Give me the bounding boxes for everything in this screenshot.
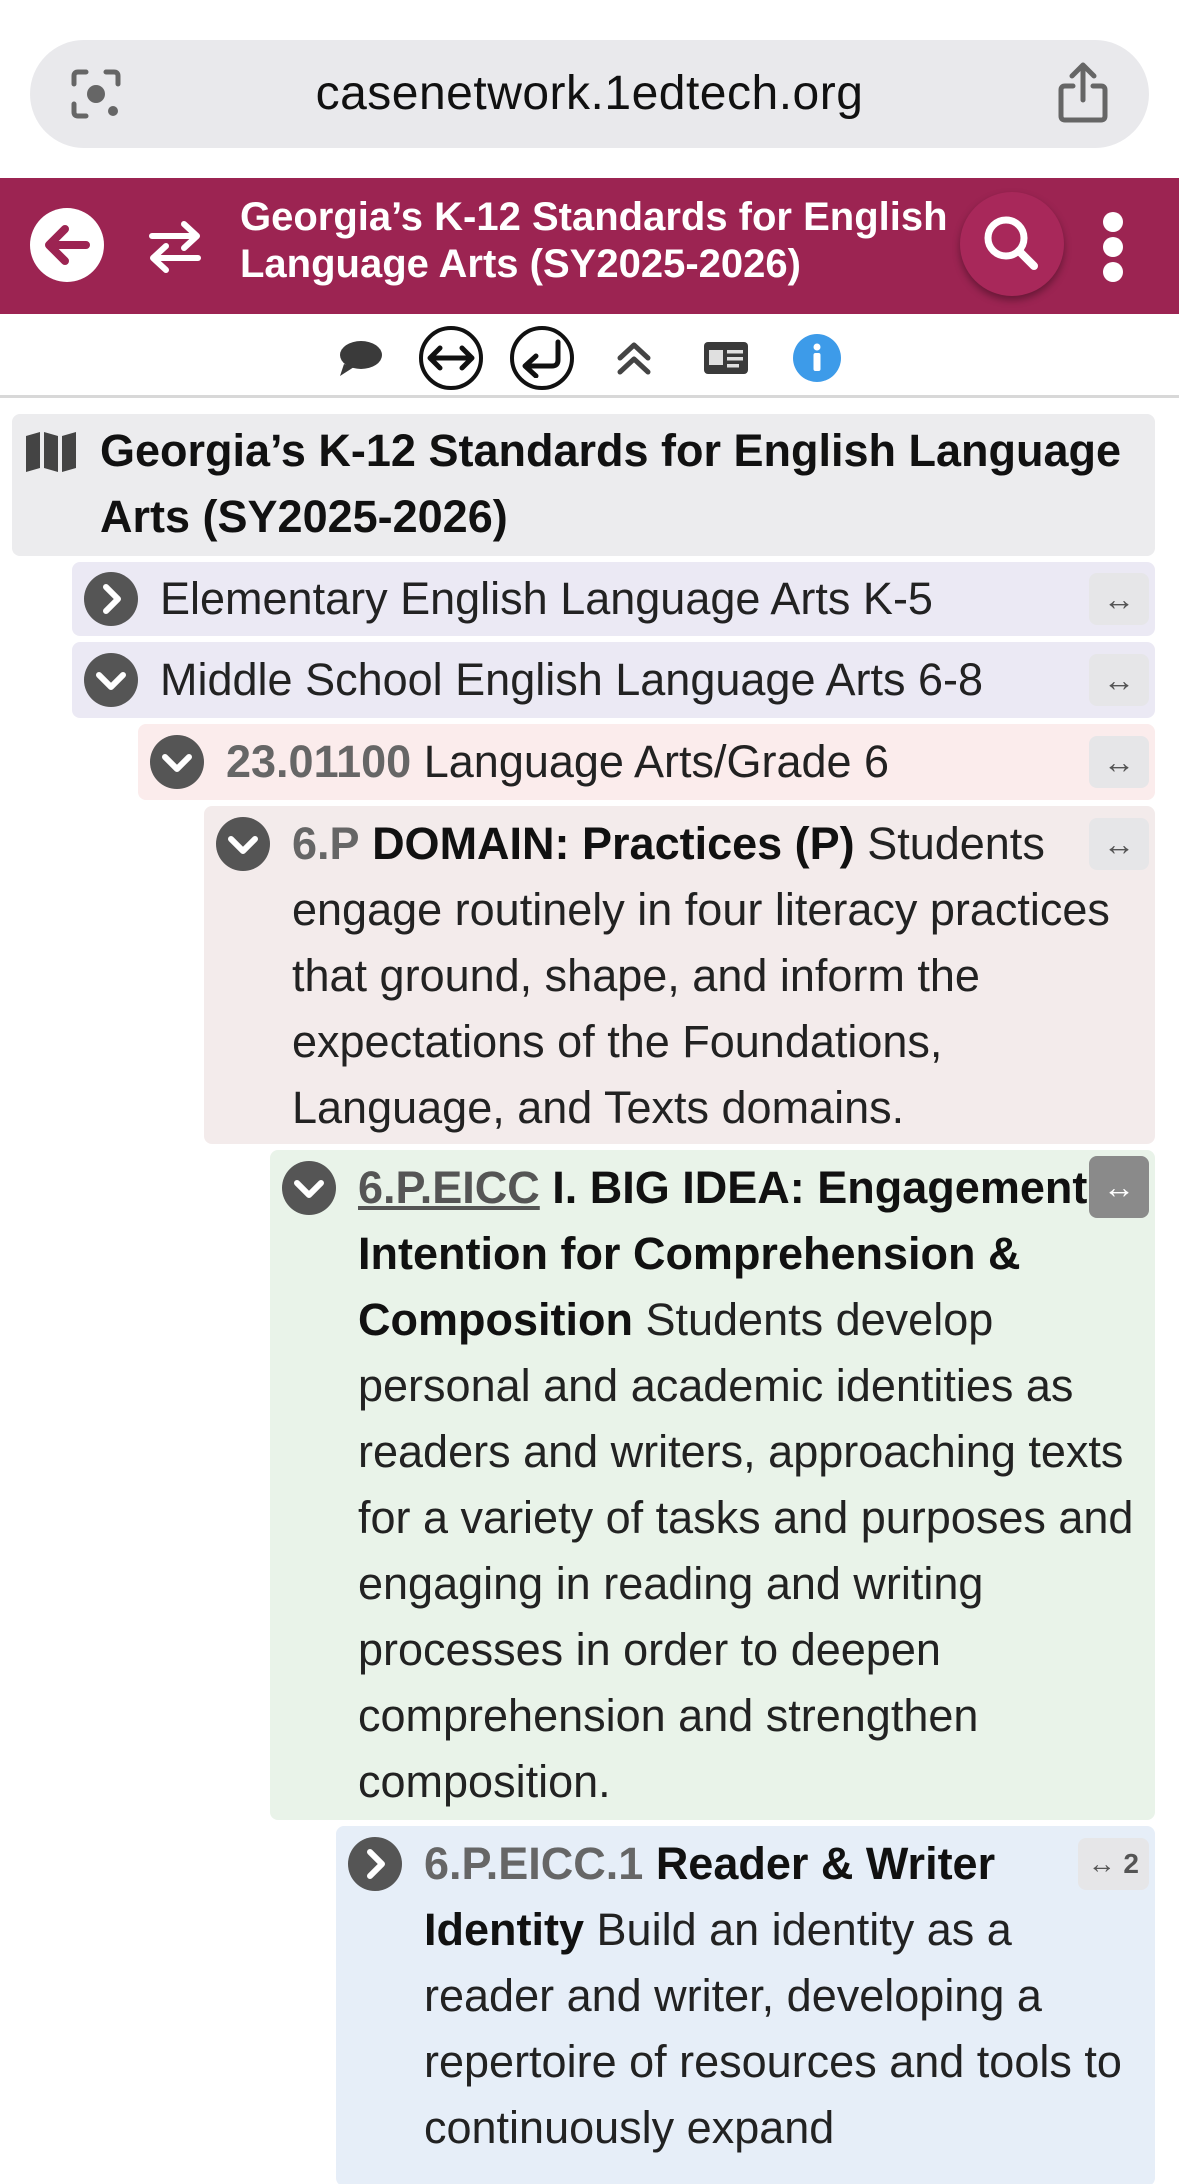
tree-root[interactable]: Georgia’s K-12 Standards for English Lan…	[12, 414, 1155, 556]
kebab-menu-icon[interactable]	[1098, 212, 1128, 282]
return-icon[interactable]	[510, 326, 574, 390]
association-button[interactable]: ↔	[1089, 736, 1149, 788]
search-button[interactable]	[960, 192, 1064, 296]
arrow-left-icon	[45, 225, 90, 265]
tree-toolbar	[0, 314, 1179, 398]
browser-toolbar: casenetwork.1edtech.org	[0, 0, 1179, 178]
swap-arrows-icon[interactable]	[148, 218, 202, 274]
back-button[interactable]	[30, 208, 104, 282]
association-button[interactable]: ↔	[1089, 818, 1149, 870]
item-code: 23.01100	[226, 736, 412, 787]
root-title: Georgia’s K-12 Standards for English Lan…	[100, 425, 1122, 542]
item-label: Elementary English Language Arts K-5	[160, 573, 933, 624]
chevron-down-icon[interactable]	[216, 817, 270, 871]
expand-horizontal-icon[interactable]	[419, 326, 483, 390]
info-icon[interactable]	[785, 326, 849, 390]
share-icon[interactable]	[1055, 62, 1111, 124]
item-label: Language Arts/Grade 6	[423, 736, 890, 787]
chevron-down-icon[interactable]	[84, 653, 138, 707]
collapse-all-icon[interactable]	[602, 326, 666, 390]
item-description: Students develop personal and academic i…	[358, 1294, 1134, 1807]
item-code: 6.P	[292, 818, 360, 869]
tree-item-grade-6[interactable]: 23.01100 Language Arts/Grade 6 ↔	[138, 724, 1155, 800]
address-bar[interactable]: casenetwork.1edtech.org	[30, 40, 1149, 148]
association-button[interactable]: ↔	[1089, 654, 1149, 706]
chevron-down-icon[interactable]	[150, 735, 204, 789]
page-title: Georgia’s K-12 Standards for English Lan…	[240, 195, 948, 286]
association-button[interactable]: ↔	[1089, 573, 1149, 625]
tree-item-standard[interactable]: 6.P.EICC.1 Reader & Writer Identity Buil…	[336, 1826, 1155, 2184]
tree-item-domain-practices[interactable]: 6.P DOMAIN: Practices (P) Students engag…	[204, 806, 1155, 1144]
chevron-right-icon[interactable]	[348, 1837, 402, 1891]
id-card-icon[interactable]	[694, 326, 758, 390]
search-icon	[984, 216, 1038, 270]
url-text[interactable]: casenetwork.1edtech.org	[30, 40, 1149, 148]
tree-item-middle-school[interactable]: Middle School English Language Arts 6-8 …	[72, 642, 1155, 718]
item-label: Middle School English Language Arts 6-8	[160, 654, 984, 705]
association-button[interactable]: ↔	[1089, 1156, 1149, 1218]
chevron-down-icon[interactable]	[282, 1161, 336, 1215]
chevron-right-icon[interactable]	[84, 572, 138, 626]
item-code: 6.P.EICC.1	[424, 1838, 644, 1889]
map-icon	[24, 430, 80, 479]
app-header: Georgia’s K-12 Standards for English Lan…	[0, 178, 1179, 314]
association-count-button[interactable]: ↔ 2	[1077, 1838, 1149, 1890]
item-code-link[interactable]: 6.P.EICC	[358, 1162, 540, 1213]
comment-icon[interactable]	[328, 326, 392, 390]
tree-item-elementary[interactable]: Elementary English Language Arts K-5 ↔	[72, 562, 1155, 636]
tree-item-big-idea[interactable]: 6.P.EICC I. BIG IDEA: Engagement Intenti…	[270, 1150, 1155, 1820]
item-heading: DOMAIN: Practices (P)	[372, 818, 855, 869]
